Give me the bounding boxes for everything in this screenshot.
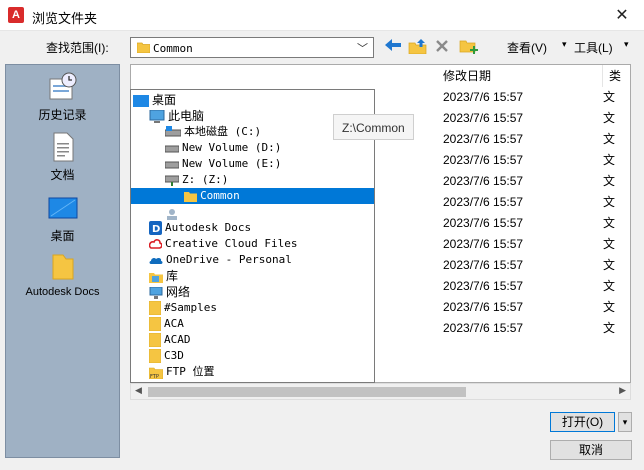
place-label: 桌面 <box>50 229 75 243</box>
user-icon <box>165 208 179 221</box>
tree-item-common[interactable]: Common <box>131 188 374 204</box>
places-bar: 历史记录 文档 桌面 Autodesk Docs <box>5 64 120 458</box>
tree-item-samples[interactable]: #Samples <box>149 300 217 316</box>
window-title: 浏览文件夹 <box>32 11 98 26</box>
open-dropdown-icon[interactable]: ▾ <box>618 412 632 432</box>
place-label: 历史记录 <box>38 108 87 122</box>
open-button[interactable]: 打开(O) <box>550 412 615 432</box>
place-autodesk-docs[interactable]: Autodesk Docs <box>6 251 119 298</box>
tree-item-z-drive[interactable]: Z: (Z:) <box>165 172 228 188</box>
back-arrow-icon[interactable] <box>384 38 404 56</box>
creative-cloud-icon <box>149 238 162 250</box>
place-desktop[interactable]: 桌面 <box>6 192 119 244</box>
lookin-combobox[interactable]: Common ﹀ <box>130 37 374 58</box>
computer-icon <box>149 110 165 124</box>
folder-icon <box>137 41 150 53</box>
autocad-app-icon: A <box>8 7 24 23</box>
views-dropdown-icon[interactable]: ▾ <box>562 39 567 50</box>
tree-item-autodesk-docs[interactable]: D Autodesk Docs <box>149 220 251 236</box>
place-history[interactable]: 历史记录 <box>6 71 119 123</box>
folder-icon <box>149 317 161 332</box>
place-label: 文档 <box>50 168 75 182</box>
tree-item-c3d[interactable]: C3D <box>149 348 184 364</box>
library-icon <box>149 271 163 283</box>
lookin-value: Common <box>153 42 193 55</box>
drive-icon <box>165 159 179 169</box>
tree-item-onedrive[interactable]: OneDrive - Personal <box>149 252 292 268</box>
column-header-type[interactable]: 类 <box>603 65 630 87</box>
desktop-icon <box>47 192 79 224</box>
tree-item-desktop[interactable]: 桌面 <box>133 92 176 108</box>
chevron-down-icon[interactable]: ﹀ <box>357 40 368 56</box>
tools-dropdown-icon[interactable]: ▾ <box>624 39 629 50</box>
folder-icon <box>149 349 161 364</box>
onedrive-icon <box>149 255 163 265</box>
tree-item-aca[interactable]: ACA <box>149 316 184 332</box>
views-menu[interactable]: 查看(V) <box>507 39 547 56</box>
autodesk-docs-icon <box>47 251 79 283</box>
close-button[interactable]: ✕ <box>600 0 644 31</box>
dialog-body: 查找范围(I): Common ﹀ 查看(V) ▾ 工具(L) ▾ 历史记录 文… <box>0 31 644 470</box>
tree-item-library[interactable]: 库 <box>149 268 178 284</box>
history-icon <box>47 71 79 103</box>
tree-item-local-disk[interactable]: 本地磁盘 (C:) <box>165 124 261 140</box>
delete-icon[interactable] <box>434 38 454 56</box>
place-documents[interactable]: 文档 <box>6 131 119 183</box>
drive-icon <box>165 143 179 153</box>
tree-item-network[interactable]: 网络 <box>149 284 190 300</box>
autodesk-docs-icon: D <box>149 221 162 236</box>
desktop-icon <box>133 94 149 107</box>
horizontal-scrollbar[interactable]: ◀ ▶ <box>130 383 631 400</box>
tree-item-ftp[interactable]: FTP FTP 位置 <box>149 364 215 380</box>
folder-icon <box>149 301 161 316</box>
ftp-folder-icon: FTP <box>149 366 163 379</box>
title-bar: A 浏览文件夹 ✕ <box>0 0 644 31</box>
folder-icon <box>149 333 161 348</box>
lookin-label: 查找范围(I): <box>46 41 109 55</box>
documents-icon <box>47 131 79 163</box>
network-icon <box>149 286 163 299</box>
scroll-left-icon[interactable]: ◀ <box>135 385 142 396</box>
tree-item-acad[interactable]: ACAD <box>149 332 191 348</box>
column-header-date[interactable]: 修改日期 <box>437 65 603 87</box>
new-folder-icon[interactable] <box>459 38 479 56</box>
tree-item-vol-e[interactable]: New Volume (E:) <box>165 156 281 172</box>
scroll-right-icon[interactable]: ▶ <box>619 385 626 396</box>
folder-icon <box>184 190 198 203</box>
svg-text:D: D <box>152 224 160 235</box>
tree-item-this-pc[interactable]: 此电脑 <box>149 108 204 124</box>
tree-item-creative-cloud[interactable]: Creative Cloud Files <box>149 236 297 252</box>
path-tooltip: Z:\Common <box>333 114 414 140</box>
tools-menu[interactable]: 工具(L) <box>574 39 613 56</box>
place-label: Autodesk Docs <box>25 286 100 298</box>
up-folder-icon[interactable] <box>408 38 428 56</box>
svg-text:FTP: FTP <box>150 374 159 379</box>
cancel-button[interactable]: 取消 <box>550 440 632 460</box>
drive-icon <box>165 126 181 138</box>
scrollbar-thumb[interactable] <box>148 387 466 397</box>
tree-item-vol-d[interactable]: New Volume (D:) <box>165 140 281 156</box>
network-drive-icon <box>165 174 179 187</box>
